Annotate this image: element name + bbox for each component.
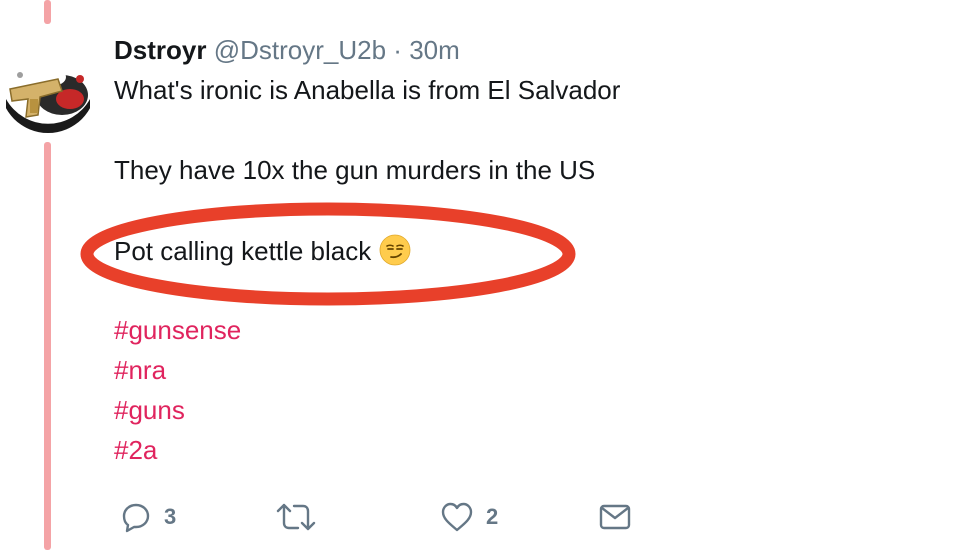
- header-separator: ·: [393, 35, 402, 65]
- tweet-text-line-1: What's ironic is Anabella is from El Sal…: [114, 75, 621, 105]
- thread-line-bottom: [44, 142, 51, 550]
- hashtag-guns[interactable]: #guns: [114, 394, 185, 426]
- retweet-button[interactable]: [276, 492, 328, 542]
- avatar[interactable]: [0, 37, 96, 133]
- tweet-header: Dstroyr @Dstroyr_U2b · 30m: [114, 34, 934, 66]
- direct-message-button[interactable]: [598, 492, 632, 542]
- avatar-image: [0, 37, 96, 133]
- heart-icon: [441, 502, 473, 532]
- envelope-icon: [599, 504, 631, 530]
- reply-count: 3: [164, 504, 177, 529]
- hashtag-2a[interactable]: #2a: [114, 434, 157, 466]
- tweet-text-line-3: Pot calling kettle black: [114, 234, 411, 267]
- retweet-icon: [276, 503, 316, 531]
- thread-line-top: [44, 0, 51, 24]
- tweet-actions: 3 2: [114, 492, 674, 542]
- hashtag-gunsense[interactable]: #gunsense: [114, 314, 241, 346]
- reply-icon: [122, 503, 150, 533]
- tweet-text-line-2: They have 10x the gun murders in the US: [114, 155, 596, 185]
- tweet-timestamp[interactable]: 30m: [409, 35, 460, 65]
- hashtag-nra[interactable]: #nra: [114, 354, 166, 386]
- tweet-text-line-3-content: Pot calling kettle black: [114, 236, 372, 266]
- reply-button[interactable]: 3: [120, 492, 176, 542]
- like-button[interactable]: 2: [440, 492, 498, 542]
- smirking-face-emoji-icon: [379, 234, 411, 266]
- author-display-name[interactable]: Dstroyr: [114, 35, 206, 65]
- author-handle[interactable]: @Dstroyr_U2b: [214, 35, 386, 65]
- like-count: 2: [486, 504, 499, 529]
- tweet-body: Dstroyr @Dstroyr_U2b · 30m What's ironic…: [114, 34, 934, 465]
